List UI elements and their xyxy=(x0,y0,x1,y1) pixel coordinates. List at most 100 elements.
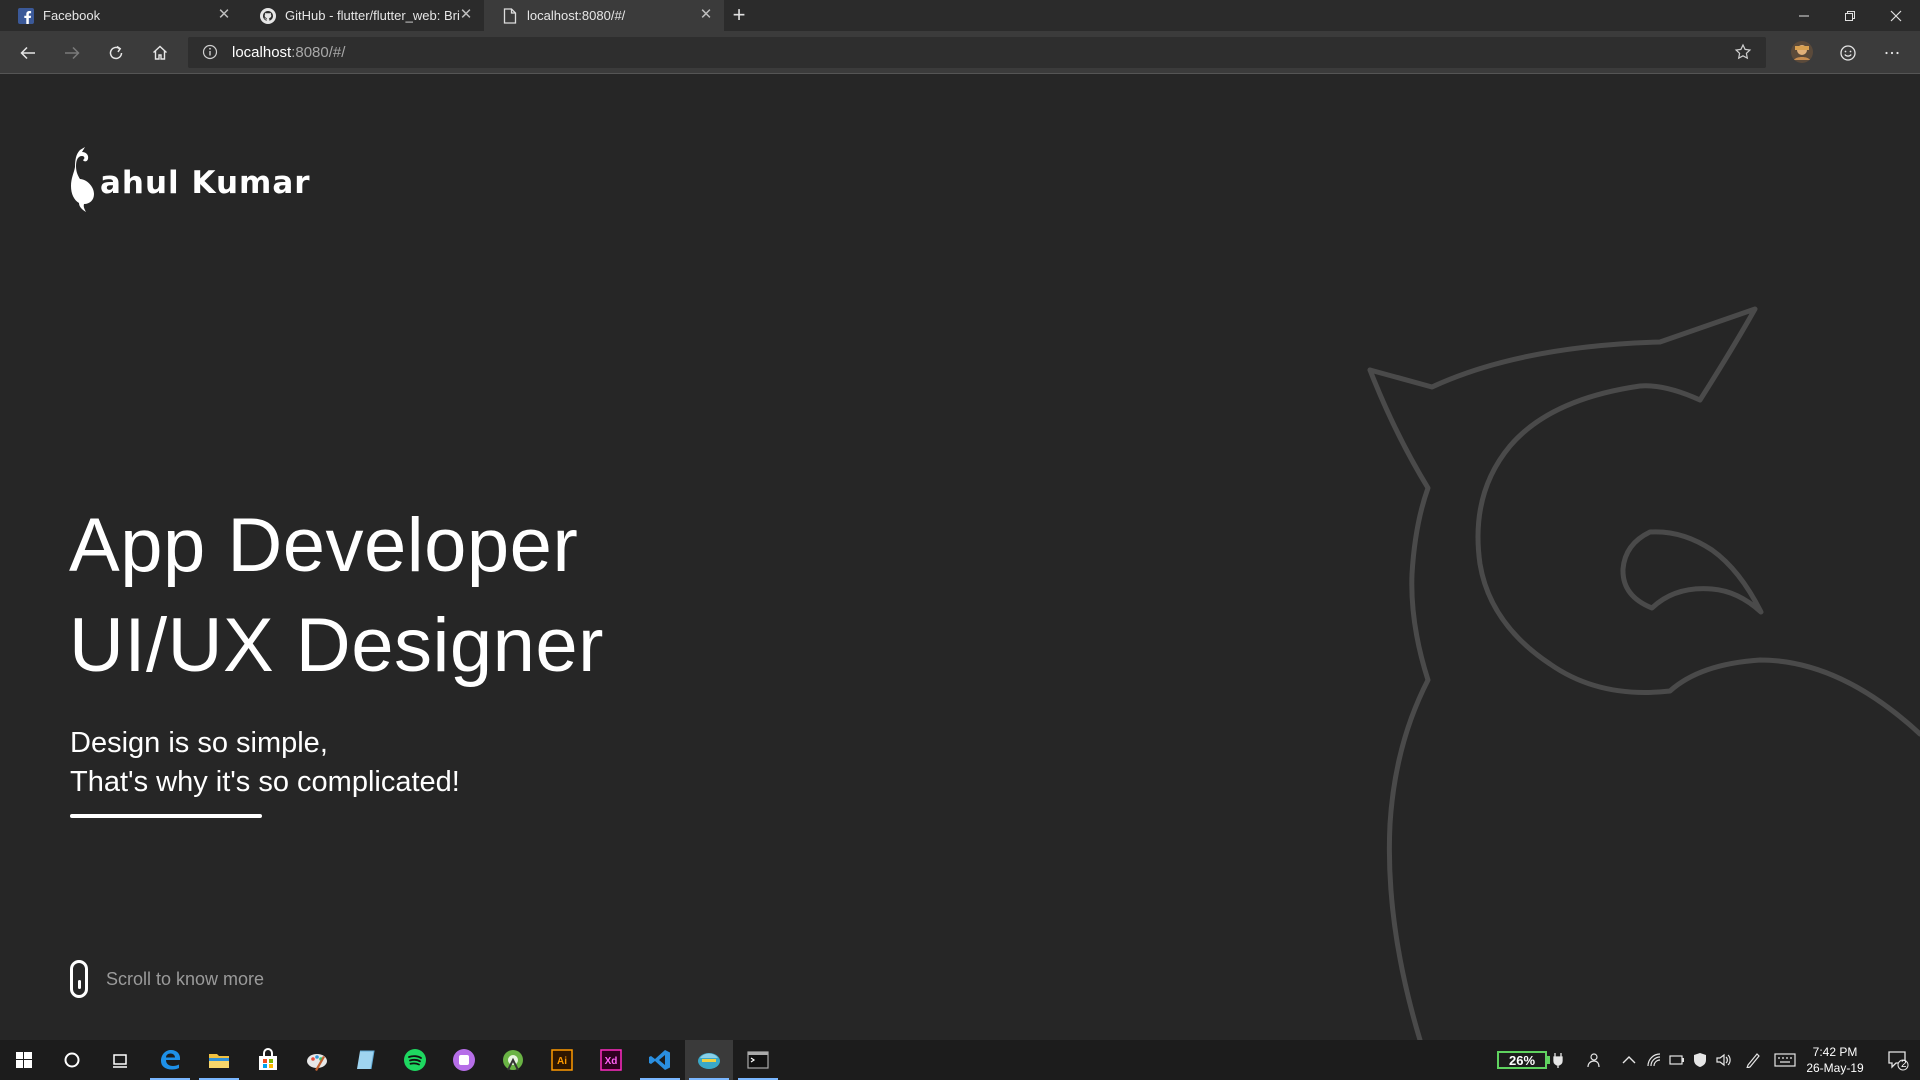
scroll-hint-text: Scroll to know more xyxy=(106,968,265,989)
avatar-icon xyxy=(1791,41,1813,63)
taskbar-vscode[interactable] xyxy=(636,1040,684,1080)
mouse-scroll-icon xyxy=(70,960,88,998)
notes-icon xyxy=(357,1050,375,1070)
page-content: ahul Kumar App Developer UI/UX Designer … xyxy=(0,74,1920,1040)
favorite-star-icon[interactable] xyxy=(1734,43,1752,61)
clock-time: 7:42 PM xyxy=(1812,1045,1858,1059)
home-button[interactable] xyxy=(148,41,172,65)
url-text[interactable]: localhost:8080/#/ xyxy=(232,44,345,61)
tab-github[interactable]: GitHub - flutter/flutter_web: Brin ✕ xyxy=(242,0,484,31)
minimize-button[interactable] xyxy=(1781,0,1827,31)
pen-ink-icon[interactable] xyxy=(1744,1051,1762,1069)
taskbar-paint[interactable] xyxy=(293,1040,341,1080)
new-tab-button[interactable]: + xyxy=(728,4,750,26)
taskbar-spotify[interactable] xyxy=(391,1040,439,1080)
spotify-icon xyxy=(404,1049,426,1071)
bird-outline-illustration xyxy=(1367,306,1920,1040)
url-host: localhost xyxy=(232,44,292,61)
terminal-icon xyxy=(747,1051,769,1069)
svg-text:Xd: Xd xyxy=(605,1056,618,1067)
xd-icon: Xd xyxy=(600,1049,622,1071)
refresh-button[interactable] xyxy=(104,41,128,65)
close-icon xyxy=(1890,10,1902,21)
svg-text:Ai: Ai xyxy=(557,1056,567,1067)
restore-icon xyxy=(1845,10,1855,21)
home-icon xyxy=(153,45,167,60)
battery-tray-icon[interactable] xyxy=(1668,1051,1686,1069)
power-plug-icon xyxy=(1549,1051,1567,1069)
task-view-icon xyxy=(113,1054,127,1068)
tab-title: Facebook xyxy=(43,8,101,23)
back-arrow-icon xyxy=(20,46,35,60)
facebook-icon xyxy=(18,7,34,24)
task-view-button[interactable] xyxy=(96,1040,144,1080)
github-icon xyxy=(260,7,276,24)
action-center-button[interactable]: 2 xyxy=(1876,1040,1920,1080)
chevron-up-icon[interactable] xyxy=(1620,1051,1638,1069)
profile-avatar[interactable] xyxy=(1789,39,1815,65)
tab-localhost[interactable]: localhost:8080/#/ ✕ xyxy=(484,0,724,31)
feedback-button[interactable] xyxy=(1836,41,1860,65)
forward-arrow-icon xyxy=(65,46,80,60)
headline-app-developer: App Developer xyxy=(69,503,579,588)
battery-indicator[interactable]: 26% xyxy=(1497,1051,1547,1069)
cortana-button[interactable] xyxy=(48,1040,96,1080)
taskbar-browser-active[interactable] xyxy=(685,1040,733,1080)
minimize-icon xyxy=(1799,15,1809,16)
taskbar-file-explorer[interactable] xyxy=(195,1040,243,1080)
headline-uiux-designer: UI/UX Designer xyxy=(69,603,604,688)
taskbar-adobe-xd[interactable]: Xd xyxy=(587,1040,635,1080)
taskbar-store[interactable] xyxy=(244,1040,292,1080)
taskbar-illustrator[interactable]: Ai xyxy=(538,1040,586,1080)
logo-text: ahul Kumar xyxy=(100,165,311,201)
system-clock[interactable]: 7:42 PM 26-May-19 xyxy=(1800,1044,1870,1076)
vscode-icon xyxy=(649,1050,670,1070)
volume-icon[interactable] xyxy=(1714,1051,1732,1069)
taskbar-terminal[interactable] xyxy=(734,1040,782,1080)
navigation-bar: localhost:8080/#/ xyxy=(0,31,1920,74)
taskbar-notes[interactable] xyxy=(342,1040,390,1080)
file-explorer-icon xyxy=(209,1054,229,1068)
flutter-browser-icon xyxy=(698,1053,720,1069)
tagline-line-1: Design is so simple, xyxy=(70,727,328,759)
tagline: Design is so simple, That's why it's so … xyxy=(70,724,460,802)
close-icon[interactable]: ✕ xyxy=(458,7,474,23)
start-button[interactable] xyxy=(0,1040,48,1080)
podcast-icon xyxy=(453,1049,475,1071)
notification-count: 2 xyxy=(1901,1059,1907,1070)
url-path: :8080/#/ xyxy=(291,44,346,61)
taskbar-android-studio[interactable] xyxy=(489,1040,537,1080)
people-icon[interactable] xyxy=(1584,1051,1602,1069)
keyboard-icon[interactable] xyxy=(1774,1051,1796,1069)
tab-bar: Facebook ✕ GitHub - flutter/flutter_web:… xyxy=(0,0,1920,31)
tab-title: GitHub - flutter/flutter_web: Brin xyxy=(285,8,460,23)
cortana-icon xyxy=(64,1052,80,1068)
address-bar[interactable]: localhost:8080/#/ xyxy=(188,37,1766,68)
edge-icon xyxy=(161,1050,180,1070)
close-icon[interactable]: ✕ xyxy=(216,7,232,23)
tagline-underline xyxy=(70,814,262,818)
restore-button[interactable] xyxy=(1827,0,1873,31)
more-menu-button[interactable] xyxy=(1880,41,1904,65)
taskbar-edge[interactable] xyxy=(146,1040,194,1080)
network-icon[interactable] xyxy=(1645,1051,1663,1069)
close-icon[interactable]: ✕ xyxy=(698,7,714,23)
store-icon xyxy=(259,1048,277,1070)
refresh-icon xyxy=(109,45,123,60)
back-button[interactable] xyxy=(16,41,40,65)
info-icon[interactable] xyxy=(202,44,218,60)
bird-logo-icon xyxy=(71,147,94,212)
scroll-hint[interactable]: Scroll to know more xyxy=(70,960,264,998)
taskbar: Ai Xd 26% 7:42 PM 26-May-19 2 xyxy=(0,1040,1920,1080)
forward-button[interactable] xyxy=(60,41,84,65)
taskbar-podcast[interactable] xyxy=(440,1040,488,1080)
more-dots-icon xyxy=(1885,51,1899,55)
page-icon xyxy=(502,7,518,24)
tagline-line-2: That's why it's so complicated! xyxy=(70,766,460,798)
defender-icon[interactable] xyxy=(1691,1051,1709,1069)
tab-title: localhost:8080/#/ xyxy=(527,8,626,23)
close-window-button[interactable] xyxy=(1873,0,1919,31)
windows-start-icon xyxy=(16,1052,32,1068)
site-logo[interactable]: ahul Kumar xyxy=(68,144,311,214)
tab-facebook[interactable]: Facebook ✕ xyxy=(0,0,242,31)
